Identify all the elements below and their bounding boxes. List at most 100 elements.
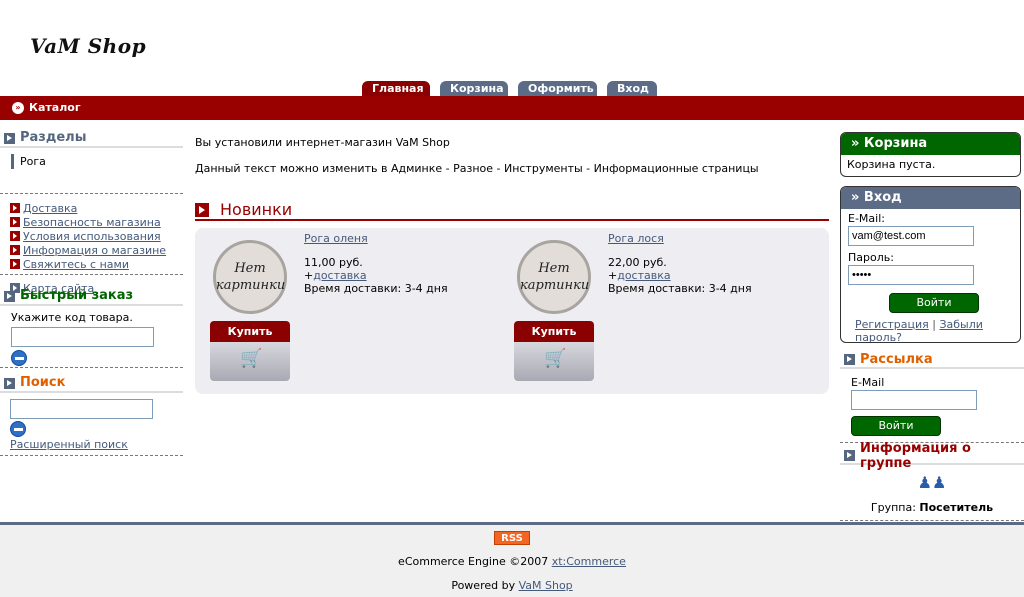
product-name-link[interactable]: Рога оленя xyxy=(304,232,368,245)
link-security[interactable]: Безопасность магазина xyxy=(0,215,183,229)
link-terms-text[interactable]: Условия использования xyxy=(23,230,161,243)
login-button[interactable]: Войти xyxy=(889,293,979,313)
cart-box-title[interactable]: » Корзина xyxy=(841,133,1020,155)
link-contact-text[interactable]: Свяжитесь с нами xyxy=(23,258,129,271)
quick-order-title: Быстрый заказ xyxy=(20,288,134,303)
engine-text: eCommerce Engine ©2007 xyxy=(398,555,552,568)
arrow-square-icon xyxy=(10,203,20,213)
arrow-square-icon xyxy=(10,245,20,255)
cart-icon: 🛒 xyxy=(544,348,567,369)
link-about[interactable]: Информация о магазине xyxy=(0,243,183,257)
sections-box: Разделы Рога Доставка Безопасность магаз… xyxy=(0,130,183,296)
sections-heading: Разделы xyxy=(0,130,183,148)
arrow-square-icon xyxy=(10,231,20,241)
product-price: 22,00 руб. xyxy=(608,256,667,269)
arrow-square-icon xyxy=(844,354,855,365)
engine-line: eCommerce Engine ©2007 xt:Commerce xyxy=(0,555,1024,568)
newsletter-email-label: E-Mail xyxy=(851,376,885,389)
buy-button[interactable]: Купить 🛒 xyxy=(514,321,594,381)
xtcommerce-link[interactable]: xt:Commerce xyxy=(552,555,626,568)
product-price: 11,00 руб. xyxy=(304,256,363,269)
email-label: E-Mail: xyxy=(848,212,885,225)
group-label: Группа: xyxy=(870,501,916,514)
advanced-search-link[interactable]: Расширенный поиск xyxy=(10,438,183,451)
intro-text: Вы установили интернет-магазин VaM Shop xyxy=(195,136,450,149)
catalog-label: Каталог xyxy=(29,101,81,114)
catalog-bar[interactable]: » Каталог xyxy=(0,96,1024,120)
link-security-text[interactable]: Безопасность магазина xyxy=(23,216,161,229)
quick-order-box: Быстрый заказ Укажите код товара. xyxy=(0,288,183,368)
cart-empty-text: Корзина пуста. xyxy=(847,158,936,171)
link-delivery[interactable]: Доставка xyxy=(0,201,183,215)
no-image-placeholder[interactable]: Нет картинки xyxy=(517,240,591,314)
users-group-icon: ♟♟ xyxy=(917,473,947,492)
category-item[interactable]: Рога xyxy=(11,154,183,169)
buy-label: Купить xyxy=(514,321,594,342)
product-card: Нет картинки Купить 🛒 Рога лося 22,00 ру… xyxy=(499,228,799,394)
tab-home[interactable]: Главная xyxy=(362,81,430,96)
group-info-title: Информация о группе xyxy=(860,440,971,471)
new-products-area: Нет картинки Купить 🛒 Рога оленя 11,00 р… xyxy=(195,228,829,394)
email-field[interactable] xyxy=(848,226,974,246)
cart-box: » Корзина Корзина пуста. xyxy=(840,132,1021,177)
arrow-square-icon xyxy=(195,202,209,217)
product-code-input[interactable] xyxy=(11,327,154,347)
register-link[interactable]: Регистрация xyxy=(855,318,929,331)
category-list: Рога xyxy=(0,148,183,194)
tab-cart[interactable]: Корзина xyxy=(440,81,508,96)
new-products-heading: Новинки xyxy=(195,200,829,221)
product-card: Нет картинки Купить 🛒 Рога оленя 11,00 р… xyxy=(195,228,495,394)
buy-label: Купить xyxy=(210,321,290,342)
group-info-heading: Информация о группе xyxy=(840,441,1024,471)
login-box: » Вход E-Mail: Пароль: Войти Регистрация… xyxy=(840,186,1021,343)
arrow-square-icon xyxy=(4,377,15,389)
product-info: 11,00 руб. +доставка Время доставки: 3-4… xyxy=(304,256,448,295)
delivery-link[interactable]: доставка xyxy=(617,269,670,282)
arrow-square-icon xyxy=(10,217,20,227)
group-line: Группа: Посетитель xyxy=(840,501,1024,514)
top-tabs: Главная Корзина Оформить Вход xyxy=(362,81,667,96)
link-about-text[interactable]: Информация о магазине xyxy=(23,244,166,257)
newsletter-heading: Рассылка xyxy=(840,352,1024,369)
newsletter-button[interactable]: Войти xyxy=(851,416,941,436)
arrow-square-icon xyxy=(844,450,855,461)
plus-sign: + xyxy=(608,269,618,282)
product-info: 22,00 руб. +доставка Время доставки: 3-4… xyxy=(608,256,752,295)
arrow-square-icon xyxy=(4,290,15,302)
arrow-square-icon xyxy=(10,259,20,269)
password-label: Пароль: xyxy=(848,251,894,264)
rss-button[interactable]: RSS xyxy=(494,531,530,545)
newsletter-email-field[interactable] xyxy=(851,390,977,410)
link-terms[interactable]: Условия использования xyxy=(0,229,183,243)
search-form: Расширенный поиск xyxy=(0,393,183,456)
delivery-link[interactable]: доставка xyxy=(313,269,366,282)
search-title: Поиск xyxy=(20,375,66,390)
tab-login[interactable]: Вход xyxy=(607,81,657,96)
link-delivery-text[interactable]: Доставка xyxy=(23,202,77,215)
group-info-body: ♟♟ Группа: Посетитель xyxy=(840,467,1024,521)
search-heading: Поиск xyxy=(0,375,183,393)
footer: RSS eCommerce Engine ©2007 xt:Commerce P… xyxy=(0,525,1024,597)
powered-line: Powered by VaM Shop xyxy=(0,579,1024,592)
site-logo[interactable]: VaM Shop xyxy=(30,34,146,58)
group-value: Посетитель xyxy=(919,501,994,514)
password-field[interactable] xyxy=(848,265,974,285)
new-products-title: Новинки xyxy=(220,200,293,219)
buy-button[interactable]: Купить 🛒 xyxy=(210,321,290,381)
go-arrow-icon[interactable] xyxy=(10,421,26,437)
product-name-link[interactable]: Рога лося xyxy=(608,232,664,245)
powered-text: Powered by xyxy=(451,579,519,592)
arrow-square-icon xyxy=(4,132,15,144)
no-image-placeholder[interactable]: Нет картинки xyxy=(213,240,287,314)
search-input[interactable] xyxy=(10,399,153,419)
quick-order-heading: Быстрый заказ xyxy=(0,288,183,306)
vamshop-link[interactable]: VaM Shop xyxy=(519,579,573,592)
link-contact[interactable]: Свяжитесь с нами xyxy=(0,257,183,271)
search-box: Поиск Расширенный поиск xyxy=(0,375,183,456)
go-arrow-icon[interactable] xyxy=(11,350,27,366)
cart-icon: 🛒 xyxy=(240,348,263,369)
login-box-title: » Вход xyxy=(841,187,1020,209)
category-label: Рога xyxy=(20,155,46,168)
quick-order-hint: Укажите код товара. xyxy=(11,311,133,324)
tab-checkout[interactable]: Оформить xyxy=(518,81,597,96)
